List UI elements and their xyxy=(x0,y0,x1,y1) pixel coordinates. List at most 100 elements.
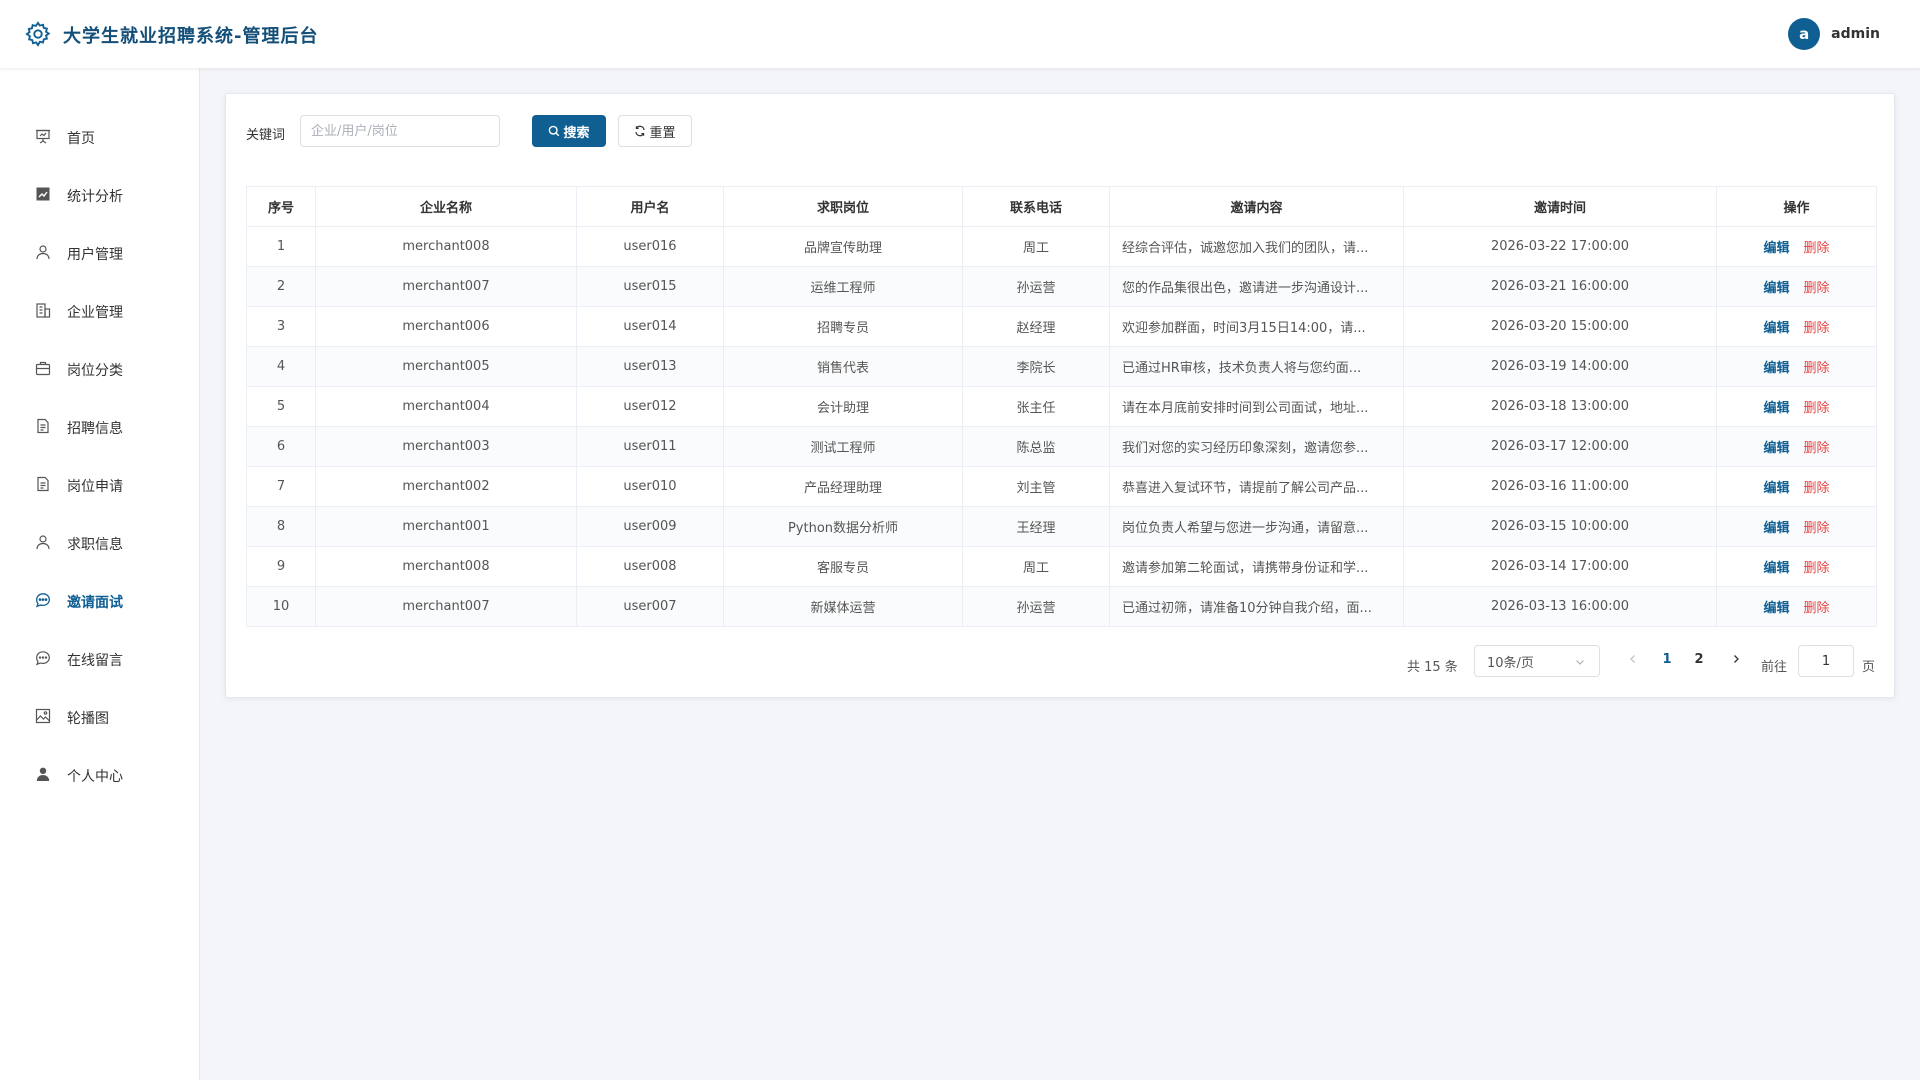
sidebar-item-carousel[interactable]: 轮播图 xyxy=(0,696,199,736)
cell-phone: 陈总监 xyxy=(962,426,1110,467)
cell-job: 测试工程师 xyxy=(723,426,963,467)
cell-company: merchant008 xyxy=(315,226,577,267)
cell-actions: 编辑 删除 xyxy=(1716,266,1877,307)
delete-link[interactable]: 删除 xyxy=(1804,321,1830,336)
delete-link[interactable]: 删除 xyxy=(1804,481,1830,496)
sidebar-item-interview-invites[interactable]: 邀请面试 xyxy=(0,580,199,620)
sidebar-item-statistics[interactable]: 统计分析 xyxy=(0,174,199,214)
cell-content: 已通过HR审核，技术负责人将与您约面... xyxy=(1109,346,1404,387)
trend-chart-icon xyxy=(36,187,50,201)
sidebar-item-applications[interactable]: 岗位申请 xyxy=(0,464,199,504)
sidebar-item-companies[interactable]: 企业管理 xyxy=(0,290,199,330)
document-icon xyxy=(37,476,49,492)
cell-company: merchant007 xyxy=(315,266,577,307)
chevron-down-icon xyxy=(1576,660,1584,665)
cell-phone: 张主任 xyxy=(962,386,1110,427)
page-number-1[interactable]: 1 xyxy=(1656,649,1678,671)
page-size-value: 10条/页 xyxy=(1487,655,1534,671)
edit-link[interactable]: 编辑 xyxy=(1763,281,1789,296)
user-icon xyxy=(36,535,50,550)
cell-content: 您的作品集很出色，邀请进一步沟通设计... xyxy=(1109,266,1404,307)
table-row: 2 merchant007 user015 运维工程师 孙运营 您的作品集很出色… xyxy=(246,266,1877,307)
chevron-right-icon[interactable] xyxy=(1729,652,1743,666)
edit-link[interactable]: 编辑 xyxy=(1763,561,1789,576)
cell-username: user011 xyxy=(576,426,724,467)
search-icon xyxy=(549,125,560,137)
edit-link[interactable]: 编辑 xyxy=(1763,321,1789,336)
cell-time: 2026-03-18 13:00:00 xyxy=(1403,386,1717,427)
cell-index: 8 xyxy=(246,506,316,547)
cell-job: 招聘专员 xyxy=(723,306,963,347)
sidebar-item-messages[interactable]: 在线留言 xyxy=(0,638,199,678)
cell-actions: 编辑 删除 xyxy=(1716,226,1877,267)
presentation-chart-icon xyxy=(36,129,50,144)
delete-link[interactable]: 删除 xyxy=(1804,561,1830,576)
column-header-job: 求职岗位 xyxy=(723,186,963,227)
delete-link[interactable]: 删除 xyxy=(1804,281,1830,296)
sidebar-item-job-seekers[interactable]: 求职信息 xyxy=(0,522,199,562)
sidebar-item-label: 招聘信息 xyxy=(67,421,123,437)
cell-actions: 编辑 删除 xyxy=(1716,466,1877,507)
cell-content: 恭喜进入复试环节，请提前了解公司产品... xyxy=(1109,466,1404,507)
column-header-phone: 联系电话 xyxy=(962,186,1110,227)
edit-link[interactable]: 编辑 xyxy=(1763,481,1789,496)
chevron-left-icon[interactable] xyxy=(1626,652,1640,666)
username[interactable]: admin xyxy=(1831,26,1880,42)
table-row: 7 merchant002 user010 产品经理助理 刘主管 恭喜进入复试环… xyxy=(246,466,1877,507)
goto-label: 前往 xyxy=(1761,660,1788,675)
keyword-search-input[interactable] xyxy=(300,115,500,147)
delete-link[interactable]: 删除 xyxy=(1804,521,1830,536)
column-header-company: 企业名称 xyxy=(315,186,577,227)
edit-link[interactable]: 编辑 xyxy=(1763,601,1789,616)
delete-link[interactable]: 删除 xyxy=(1804,241,1830,256)
cell-job: 销售代表 xyxy=(723,346,963,387)
cell-time: 2026-03-15 10:00:00 xyxy=(1403,506,1717,547)
sidebar-item-job-categories[interactable]: 岗位分类 xyxy=(0,348,199,388)
sidebar-item-recruitment[interactable]: 招聘信息 xyxy=(0,406,199,446)
refresh-icon xyxy=(635,125,646,137)
cell-actions: 编辑 删除 xyxy=(1716,386,1877,427)
delete-link[interactable]: 删除 xyxy=(1804,441,1830,456)
edit-link[interactable]: 编辑 xyxy=(1763,241,1789,256)
column-header-content: 邀请内容 xyxy=(1109,186,1404,227)
table-row: 5 merchant004 user012 会计助理 张主任 请在本月底前安排时… xyxy=(246,386,1877,427)
cell-actions: 编辑 删除 xyxy=(1716,346,1877,387)
cell-username: user016 xyxy=(576,226,724,267)
search-button[interactable]: 搜索 xyxy=(532,115,606,147)
table-row: 10 merchant007 user007 新媒体运营 孙运营 已通过初筛，请… xyxy=(246,586,1877,627)
sidebar-item-profile[interactable]: 个人中心 xyxy=(0,754,199,794)
sidebar-item-label: 首页 xyxy=(67,131,95,147)
sidebar-item-label: 岗位分类 xyxy=(67,363,123,379)
column-header-actions: 操作 xyxy=(1716,186,1877,227)
edit-link[interactable]: 编辑 xyxy=(1763,401,1789,416)
cell-phone: 周工 xyxy=(962,226,1110,267)
cell-index: 5 xyxy=(246,386,316,427)
page-number-2[interactable]: 2 xyxy=(1688,649,1710,671)
cell-content: 欢迎参加群面，时间3月15日14:00，请... xyxy=(1109,306,1404,347)
edit-link[interactable]: 编辑 xyxy=(1763,441,1789,456)
keyword-label: 关键词 xyxy=(246,128,286,143)
cell-time: 2026-03-16 11:00:00 xyxy=(1403,466,1717,507)
edit-link[interactable]: 编辑 xyxy=(1763,361,1789,376)
top-header: 大学生就业招聘系统-管理后台 a admin xyxy=(0,0,1920,68)
cell-phone: 赵经理 xyxy=(962,306,1110,347)
page-size-select[interactable]: 10条/页 xyxy=(1474,645,1600,677)
goto-page-input[interactable] xyxy=(1798,645,1854,677)
sidebar-item-label: 求职信息 xyxy=(67,537,123,553)
sidebar-item-home[interactable]: 首页 xyxy=(0,116,199,156)
cell-index: 4 xyxy=(246,346,316,387)
cell-actions: 编辑 删除 xyxy=(1716,586,1877,627)
edit-link[interactable]: 编辑 xyxy=(1763,521,1789,536)
cell-phone: 李院长 xyxy=(962,346,1110,387)
table-row: 6 merchant003 user011 测试工程师 陈总监 我们对您的实习经… xyxy=(246,426,1877,467)
cell-phone: 王经理 xyxy=(962,506,1110,547)
delete-link[interactable]: 删除 xyxy=(1804,601,1830,616)
column-header-index: 序号 xyxy=(246,186,316,227)
delete-link[interactable]: 删除 xyxy=(1804,401,1830,416)
reset-button[interactable]: 重置 xyxy=(618,115,692,147)
sidebar-item-users[interactable]: 用户管理 xyxy=(0,232,199,272)
cell-company: merchant001 xyxy=(315,506,577,547)
delete-link[interactable]: 删除 xyxy=(1804,361,1830,376)
avatar[interactable]: a xyxy=(1788,18,1821,50)
user-menu[interactable]: a admin xyxy=(1788,18,1880,50)
